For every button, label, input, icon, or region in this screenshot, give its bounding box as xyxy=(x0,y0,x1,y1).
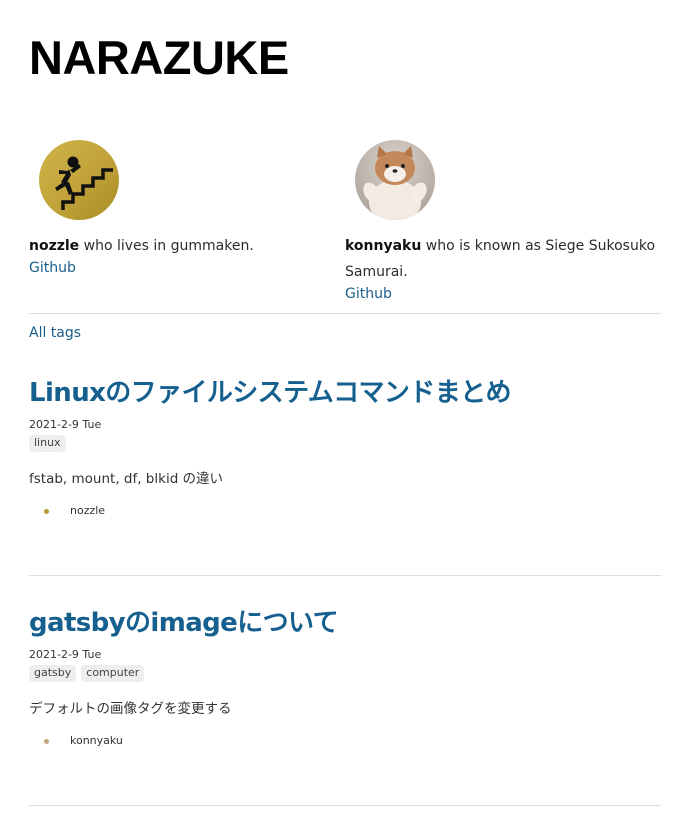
bullet-icon xyxy=(44,739,49,744)
author-card-nozzle: nozzle who lives in gummaken. Github xyxy=(29,140,345,277)
all-tags-link[interactable]: All tags xyxy=(29,325,81,341)
divider xyxy=(29,805,661,806)
tag-gatsby[interactable]: gatsby xyxy=(29,665,77,682)
post-excerpt: fstab, mount, df, blkid の違い xyxy=(29,471,224,487)
author-name: nozzle xyxy=(29,238,80,254)
tag-linux[interactable]: linux xyxy=(29,435,66,452)
author-bio: konnyaku who is known as Siege Sukosuko … xyxy=(345,233,661,285)
post-card: gatsbyのimageについて 2021-2-9 Tue gatsby com… xyxy=(29,606,661,749)
post-author-item: nozzle xyxy=(29,503,661,519)
post-tags: gatsby computer xyxy=(29,665,661,682)
tag-computer[interactable]: computer xyxy=(81,665,145,682)
falling-on-stairs-icon xyxy=(39,140,119,220)
author-name: konnyaku xyxy=(345,238,422,254)
author-card-konnyaku: konnyaku who is known as Siege Sukosuko … xyxy=(345,140,661,303)
shiba-plush-photo xyxy=(355,140,435,220)
post-authors: konnyaku xyxy=(29,733,661,749)
bullet-icon xyxy=(44,509,49,514)
post-date: 2021-2-9 Tue xyxy=(29,648,102,661)
post-tags: linux xyxy=(29,435,661,452)
post-author-name: nozzle xyxy=(70,504,106,517)
github-link[interactable]: Github xyxy=(29,259,345,277)
post-excerpt: デフォルトの画像タグを変更する xyxy=(29,701,232,717)
github-link[interactable]: Github xyxy=(345,285,661,303)
post-author-name: konnyaku xyxy=(70,734,123,747)
author-description: who lives in gummaken. xyxy=(79,238,254,254)
avatar-nozzle xyxy=(39,140,119,220)
post-date: 2021-2-9 Tue xyxy=(29,418,102,431)
site-title[interactable]: NARAZUKE xyxy=(29,30,289,85)
post-title[interactable]: Linuxのファイルシステムコマンドまとめ xyxy=(29,376,661,410)
post-card: Linuxのファイルシステムコマンドまとめ 2021-2-9 Tue linux… xyxy=(29,376,661,519)
post-title[interactable]: gatsbyのimageについて xyxy=(29,606,661,640)
post-authors: nozzle xyxy=(29,503,661,519)
divider xyxy=(29,575,661,576)
author-bio: nozzle who lives in gummaken. xyxy=(29,233,345,259)
divider xyxy=(29,313,661,314)
avatar-konnyaku xyxy=(355,140,435,220)
post-author-item: konnyaku xyxy=(29,733,661,749)
